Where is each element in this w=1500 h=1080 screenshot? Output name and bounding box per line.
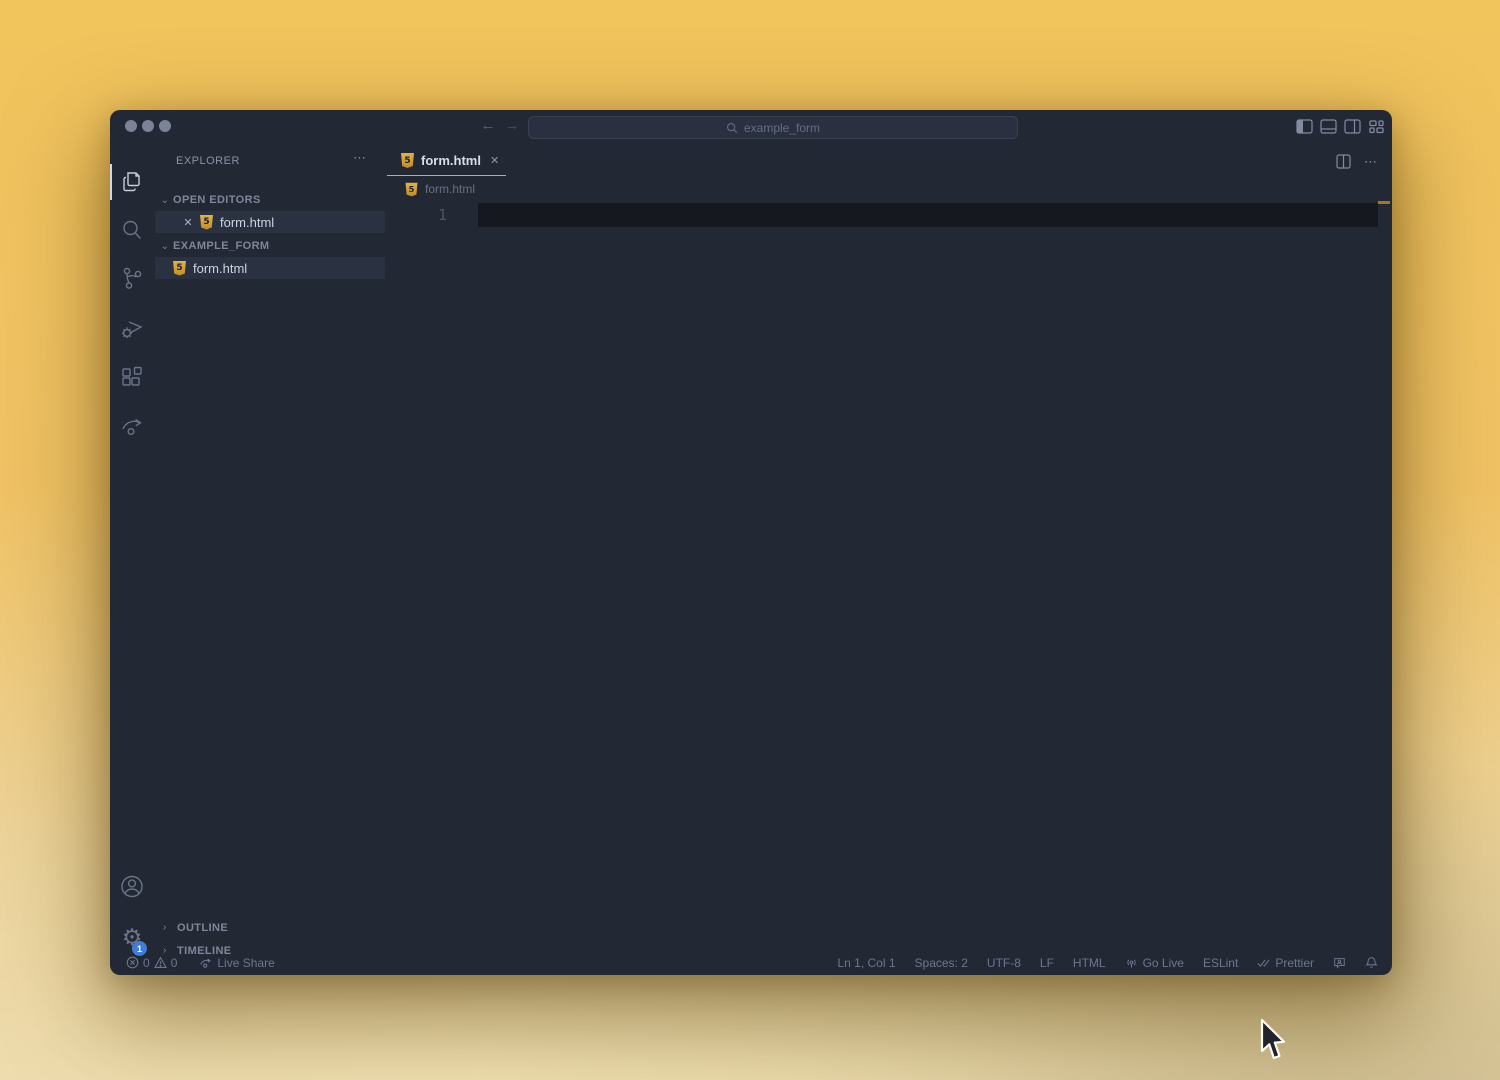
- outline-section-header[interactable]: › OUTLINE: [153, 916, 385, 939]
- open-editor-file-label: form.html: [220, 214, 275, 230]
- window-close-button[interactable]: [125, 120, 137, 132]
- go-live-button[interactable]: Go Live: [1125, 956, 1184, 970]
- chevron-down-icon: ⌄: [160, 194, 170, 206]
- window-zoom-button[interactable]: [159, 120, 171, 132]
- broadcast-icon: [1126, 959, 1136, 968]
- active-view-indicator: [110, 164, 112, 200]
- double-check-icon: [1257, 959, 1270, 967]
- editor-more-actions-icon[interactable]: ⋯: [1364, 154, 1378, 169]
- live-share-icon[interactable]: [118, 412, 146, 440]
- breadcrumb[interactable]: 5 form.html: [385, 177, 1392, 201]
- command-center-search[interactable]: example_form: [528, 116, 1018, 139]
- extensions-icon[interactable]: [118, 363, 146, 391]
- account-icon[interactable]: [118, 873, 146, 901]
- tab-close-icon[interactable]: ✕: [490, 154, 499, 167]
- feedback-icon[interactable]: [1333, 956, 1346, 969]
- html5-file-icon: 5: [200, 214, 213, 230]
- code-editor[interactable]: 1: [385, 201, 1392, 950]
- navigate-forward-button[interactable]: →: [502, 116, 522, 136]
- live-share-status[interactable]: Live Share: [199, 955, 275, 970]
- run-debug-icon[interactable]: [118, 314, 146, 342]
- activity-bar: ⚙ 1: [110, 146, 153, 956]
- navigate-back-button[interactable]: ←: [478, 116, 498, 136]
- customize-layout-icon[interactable]: [1368, 119, 1385, 134]
- tab-label: form.html: [421, 153, 481, 168]
- status-bar: 0 0 Live Share Ln 1, Col 1 Spaces: 2 UTF…: [110, 950, 1392, 975]
- prettier-status[interactable]: Prettier: [1257, 956, 1314, 970]
- search-value: example_form: [743, 120, 821, 135]
- split-editor-icon[interactable]: [1336, 154, 1351, 169]
- chevron-down-icon: ⌄: [160, 240, 170, 252]
- titlebar: ← → example_form: [110, 110, 1392, 146]
- prettier-label: Prettier: [1275, 955, 1314, 970]
- tab-form-html[interactable]: 5 form.html ✕: [387, 146, 506, 176]
- open-editors-label: OPEN EDITORS: [173, 194, 261, 206]
- warning-icon: [153, 956, 167, 968]
- toggle-panel-icon[interactable]: [1320, 119, 1337, 134]
- file-item-label: form.html: [193, 260, 248, 276]
- open-editors-section-header[interactable]: ⌄ OPEN EDITORS: [153, 189, 385, 211]
- go-live-label: Go Live: [1142, 955, 1184, 970]
- language-mode-status[interactable]: HTML: [1073, 956, 1106, 970]
- source-control-icon[interactable]: [118, 264, 146, 292]
- search-icon: [726, 122, 738, 133]
- outline-label: OUTLINE: [177, 921, 229, 934]
- cursor-position-status[interactable]: Ln 1, Col 1: [837, 956, 895, 970]
- desktop-background: ← → example_form ⚙ 1 EXPLORER ⋯ ⌄ OPEN E…: [0, 0, 1500, 1080]
- workspace-folder-header[interactable]: ⌄ EXAMPLE_FORM: [153, 235, 385, 257]
- workspace-folder-label: EXAMPLE_FORM: [173, 240, 270, 252]
- editor-group: 5 form.html ✕ ⋯ 5 form.html 1: [385, 146, 1392, 950]
- file-item-form-html[interactable]: 5 form.html: [155, 257, 385, 279]
- encoding-status[interactable]: UTF-8: [987, 956, 1021, 970]
- current-line-highlight: [478, 203, 1378, 227]
- toggle-sidebar-icon[interactable]: [1296, 119, 1313, 134]
- indentation-status[interactable]: Spaces: 2: [915, 956, 968, 970]
- search-view-icon[interactable]: [118, 216, 146, 244]
- notifications-bell-icon[interactable]: [1365, 956, 1378, 969]
- chevron-right-icon: ›: [163, 922, 167, 933]
- html5-file-icon: 5: [401, 153, 414, 168]
- explorer-more-actions-icon[interactable]: ⋯: [353, 150, 367, 166]
- explorer-sidebar: EXPLORER ⋯ ⌄ OPEN EDITORS ✕ 5 form.html …: [153, 146, 385, 957]
- overview-ruler-marker: [1378, 201, 1390, 204]
- editor-actions: ⋯: [1336, 154, 1378, 169]
- close-editor-icon[interactable]: ✕: [181, 216, 195, 229]
- toggle-secondary-sidebar-icon[interactable]: [1344, 119, 1361, 134]
- eslint-status[interactable]: ESLint: [1203, 956, 1238, 970]
- window-minimize-button[interactable]: [142, 120, 154, 132]
- error-icon: [126, 956, 139, 969]
- vscode-window: ← → example_form ⚙ 1 EXPLORER ⋯ ⌄ OPEN E…: [110, 110, 1392, 975]
- html5-file-icon: 5: [405, 182, 418, 196]
- live-share-icon: [200, 958, 212, 968]
- problems-indicator[interactable]: 0 0: [126, 956, 177, 970]
- html5-file-icon: 5: [173, 260, 186, 276]
- error-count: 0: [143, 955, 150, 970]
- open-editor-item-form-html[interactable]: ✕ 5 form.html: [155, 211, 385, 233]
- tab-bar: 5 form.html ✕ ⋯: [385, 146, 1392, 177]
- line-number: 1: [437, 206, 447, 224]
- live-share-label: Live Share: [217, 955, 275, 970]
- warning-count: 0: [170, 955, 178, 970]
- mouse-cursor: [1260, 1018, 1286, 1060]
- explorer-icon[interactable]: [118, 168, 146, 196]
- breadcrumb-file-label: form.html: [425, 182, 476, 196]
- eol-status[interactable]: LF: [1040, 956, 1054, 970]
- explorer-title: EXPLORER: [176, 155, 240, 167]
